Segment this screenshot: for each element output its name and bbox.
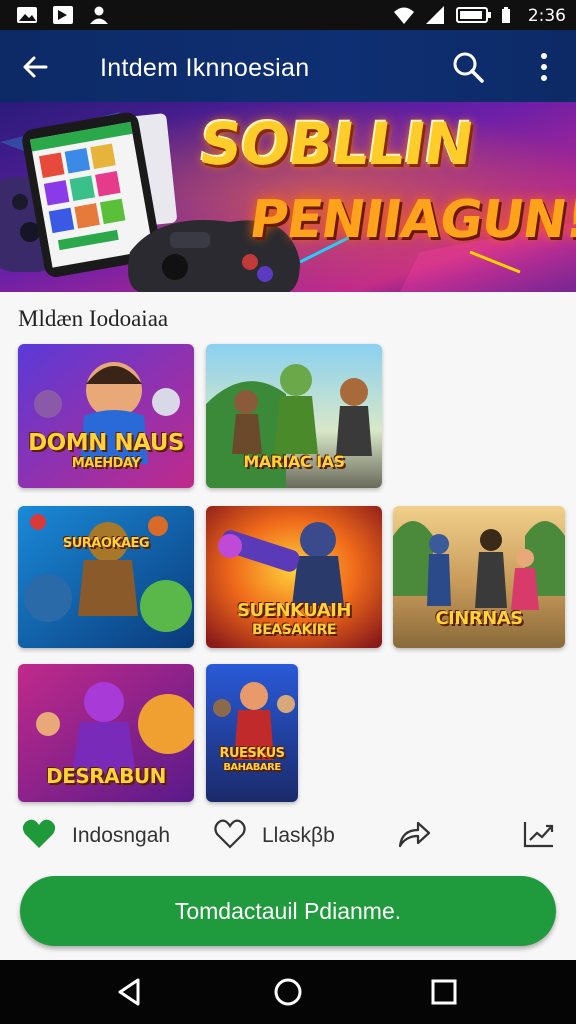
app-title: Intdem Iknnoesian <box>100 54 310 82</box>
game-card[interactable]: SUENKUAIH BEASAKIRE <box>206 506 382 648</box>
section-title: Mldæn Iodoaiaa <box>18 306 169 331</box>
status-bar: 2:36 <box>0 0 576 30</box>
game-card[interactable]: MARIAC IAS <box>206 344 382 488</box>
action-row: Indosngah Llaskβb <box>0 804 576 868</box>
game-card-title: MARIAC IAS <box>243 452 345 471</box>
game-card[interactable]: DOMN NAUS MAEHDAY <box>18 344 194 488</box>
small-battery-icon <box>502 7 510 23</box>
game-card-title: CINRNAS <box>435 608 523 629</box>
heart-outline-icon[interactable] <box>213 818 247 850</box>
promo-banner[interactable]: SOBLLIN PENIIAGUN! <box>0 102 576 292</box>
game-card-art <box>206 664 298 802</box>
game-card[interactable]: RUESKUS BAHABARE <box>206 664 298 802</box>
game-card-title: DESRABUN <box>46 764 166 788</box>
image-icon <box>17 7 37 23</box>
banner-headline-line2: PENIIAGUN! <box>245 190 576 250</box>
favorite-label[interactable]: Indosngah <box>72 824 170 848</box>
person-icon <box>90 6 108 24</box>
chart-trend-icon[interactable] <box>522 818 556 850</box>
game-card-subtitle: MAEHDAY <box>71 456 141 471</box>
game-card-subtitle: BEASAKIRE <box>252 622 336 638</box>
clock: 2:36 <box>527 6 566 26</box>
app-icon <box>53 6 73 24</box>
nav-home-icon[interactable] <box>272 976 304 1008</box>
nav-recents-icon[interactable] <box>428 976 460 1008</box>
share-icon[interactable] <box>396 818 432 850</box>
game-card-subtitle: BAHABARE <box>223 762 281 773</box>
game-card-title: DOMN NAUS <box>28 430 184 456</box>
wifi-icon <box>394 7 414 24</box>
game-card[interactable]: SURAOKAEG <box>18 506 194 648</box>
more-vert-icon[interactable] <box>530 50 558 84</box>
game-card-art <box>18 506 194 648</box>
game-card[interactable]: CINRNAS <box>393 506 565 648</box>
game-card-title: SURAOKAEG <box>62 536 150 551</box>
primary-cta-button[interactable]: Tomdactauil Pdianme. <box>20 876 556 946</box>
back-arrow-icon[interactable] <box>18 50 52 84</box>
heart-filled-icon[interactable] <box>22 818 56 850</box>
like-label[interactable]: Llaskβb <box>262 824 335 848</box>
app-bar: Intdem Iknnoesian <box>0 30 576 102</box>
game-card-title: RUESKUS <box>219 746 285 761</box>
game-card[interactable]: DESRABUN <box>18 664 194 802</box>
game-card-title: SUENKUAIH <box>237 600 351 621</box>
banner-headline-line1: SOBLLIN <box>195 110 478 178</box>
battery-icon <box>456 7 491 23</box>
signal-icon <box>426 6 444 24</box>
content-area: Mldæn Iodoaiaa DOMN NAUS MAEHDAY MARIAC … <box>0 292 576 960</box>
nav-back-icon[interactable] <box>114 976 146 1008</box>
search-icon[interactable] <box>450 49 486 85</box>
system-nav-bar <box>0 960 576 1024</box>
